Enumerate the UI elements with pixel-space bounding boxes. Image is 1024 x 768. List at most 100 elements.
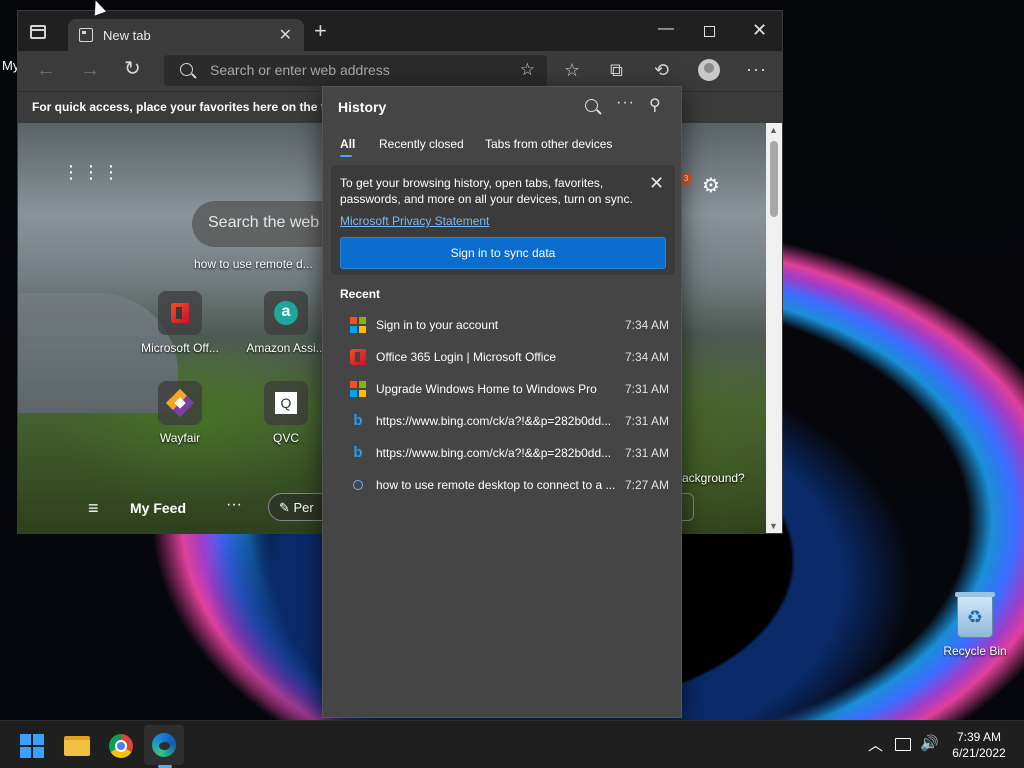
feed-menu-icon[interactable]: ≡: [88, 498, 99, 519]
quick-link-qvc[interactable]: Q QVC: [241, 381, 331, 445]
history-item[interactable]: how to use remote desktop to connect to …: [323, 469, 681, 501]
quick-link-microsoft-office[interactable]: Microsoft Off...: [135, 291, 225, 355]
maximize-button[interactable]: [704, 26, 715, 37]
tab-close-icon[interactable]: ✕: [279, 25, 292, 45]
tab-actions-icon[interactable]: [30, 25, 46, 39]
system-clock[interactable]: 7:39 AM 6/21/2022: [944, 729, 1014, 761]
file-explorer-icon[interactable]: [64, 736, 90, 756]
browser-toolbar: ← → ↻ ☆ ☆ ⧉ ⟲ ···: [18, 51, 782, 91]
history-item[interactable]: Sign in to your account 7:34 AM: [323, 309, 681, 341]
new-tab-page-icon: [79, 28, 93, 42]
bing-icon: b: [353, 444, 363, 461]
office-icon: [158, 291, 202, 335]
tab-recently-closed[interactable]: Recently closed: [379, 137, 464, 151]
history-list: Sign in to your account 7:34 AM Office 3…: [323, 309, 681, 501]
tab-other-devices[interactable]: Tabs from other devices: [485, 137, 612, 151]
history-item-title: Upgrade Windows Home to Windows Pro: [376, 382, 597, 396]
close-icon[interactable]: ✕: [649, 173, 664, 194]
settings-more-icon[interactable]: ···: [746, 58, 767, 80]
amazon-icon: a: [264, 291, 308, 335]
pin-icon[interactable]: ⚲: [649, 95, 661, 115]
history-item-time: 7:31 AM: [624, 382, 669, 396]
new-tab-button[interactable]: +: [314, 20, 327, 42]
history-item[interactable]: Office 365 Login | Microsoft Office 7:34…: [323, 341, 681, 373]
office-icon: [350, 349, 366, 365]
close-window-button[interactable]: ✕: [752, 20, 767, 40]
background-info-link[interactable]: ackground?: [682, 471, 745, 485]
history-search-icon[interactable]: [585, 99, 598, 112]
history-item-time: 7:31 AM: [624, 446, 669, 460]
history-more-icon[interactable]: ···: [616, 94, 635, 112]
qvc-icon: Q: [264, 381, 308, 425]
taskbar: ︿ 🔊 7:39 AM 6/21/2022: [0, 720, 1024, 768]
add-favorite-icon[interactable]: ☆: [520, 60, 535, 80]
page-settings-gear-icon[interactable]: ⚙: [702, 173, 720, 198]
history-item-title: how to use remote desktop to connect to …: [376, 478, 616, 492]
start-windows-icon[interactable]: [20, 734, 44, 758]
history-item-title: Office 365 Login | Microsoft Office: [376, 350, 557, 364]
sign-in-sync-button[interactable]: Sign in to sync data: [340, 237, 666, 269]
scroll-up-icon[interactable]: ▲: [769, 125, 778, 135]
address-bar[interactable]: ☆: [164, 55, 547, 86]
search-icon: [180, 63, 193, 76]
address-input[interactable]: [210, 59, 500, 81]
sync-promo-card: To get your browsing history, open tabs,…: [331, 165, 675, 275]
quick-link-amazon[interactable]: a Amazon Assi...: [241, 291, 331, 355]
favorites-bar-message: For quick access, place your favorites h…: [32, 100, 324, 114]
minimize-button[interactable]: —: [658, 19, 674, 39]
quick-link-label: QVC: [272, 431, 299, 445]
edge-taskbar-button[interactable]: [144, 725, 184, 765]
refresh-button[interactable]: ↻: [124, 58, 141, 80]
forward-button[interactable]: →: [80, 59, 100, 81]
volume-icon[interactable]: 🔊: [920, 734, 939, 752]
scroll-down-icon[interactable]: ▼: [769, 521, 778, 531]
tab-strip: New tab ✕ + — ✕: [18, 11, 782, 51]
history-item[interactable]: Upgrade Windows Home to Windows Pro 7:31…: [323, 373, 681, 405]
quick-link-wayfair[interactable]: Wayfair: [135, 381, 225, 445]
collections-icon[interactable]: ⧉: [610, 59, 623, 81]
scrollbar-thumb[interactable]: [770, 141, 778, 217]
history-item-title: Sign in to your account: [376, 318, 499, 332]
tab-title: New tab: [103, 28, 151, 43]
microsoft-icon: [350, 381, 366, 397]
history-title: History: [338, 99, 387, 115]
feed-title[interactable]: My Feed: [130, 500, 186, 516]
recycle-bin-label: Recycle Bin: [943, 644, 1007, 658]
history-item-time: 7:31 AM: [624, 414, 669, 428]
clock-date: 6/21/2022: [952, 746, 1006, 760]
recycle-bin-shortcut[interactable]: ♻ Recycle Bin: [940, 592, 1010, 658]
history-item[interactable]: b https://www.bing.com/ck/a?!&&p=282b0dd…: [323, 437, 681, 469]
sync-message: To get your browsing history, open tabs,…: [340, 176, 633, 206]
chrome-icon[interactable]: [109, 734, 133, 758]
history-item-time: 7:34 AM: [624, 350, 669, 364]
microsoft-icon: [350, 317, 366, 333]
search-suggestion[interactable]: how to use remote d...: [194, 257, 313, 271]
history-icon[interactable]: ⟲: [654, 59, 669, 81]
show-hidden-icons-chevron-icon[interactable]: ︿: [868, 734, 883, 755]
clock-time: 7:39 AM: [956, 730, 1002, 744]
search-icon: [353, 480, 363, 490]
history-item[interactable]: b https://www.bing.com/ck/a?!&&p=282b0dd…: [323, 405, 681, 437]
tab-all[interactable]: All: [340, 137, 355, 157]
feed-more-icon[interactable]: ···: [226, 496, 242, 514]
wayfair-icon: [158, 381, 202, 425]
edge-icon: [152, 733, 176, 757]
quick-link-label: Amazon Assi...: [246, 341, 326, 355]
history-header: History ··· ⚲: [323, 87, 681, 127]
apps-launcher-icon[interactable]: ⋮⋮⋮: [62, 163, 122, 181]
back-button[interactable]: ←: [36, 59, 56, 81]
privacy-statement-link[interactable]: Microsoft Privacy Statement: [340, 214, 489, 228]
history-item-time: 7:27 AM: [624, 478, 669, 492]
history-item-title: https://www.bing.com/ck/a?!&&p=282b0dd..…: [376, 446, 612, 460]
page-scrollbar[interactable]: ▲ ▼: [766, 123, 782, 533]
tab-new-tab[interactable]: New tab ✕: [68, 19, 304, 51]
favorites-icon[interactable]: ☆: [564, 59, 580, 81]
quick-link-label: Microsoft Off...: [141, 341, 219, 355]
history-panel: History ··· ⚲ All Recently closed Tabs f…: [322, 86, 682, 718]
network-icon[interactable]: [895, 738, 911, 751]
recycle-bin-icon: ♻: [955, 592, 995, 638]
profile-avatar[interactable]: [698, 59, 720, 81]
history-item-time: 7:34 AM: [624, 318, 669, 332]
recent-section-label: Recent: [340, 287, 381, 301]
personalize-label: ✎ Per: [279, 500, 314, 515]
